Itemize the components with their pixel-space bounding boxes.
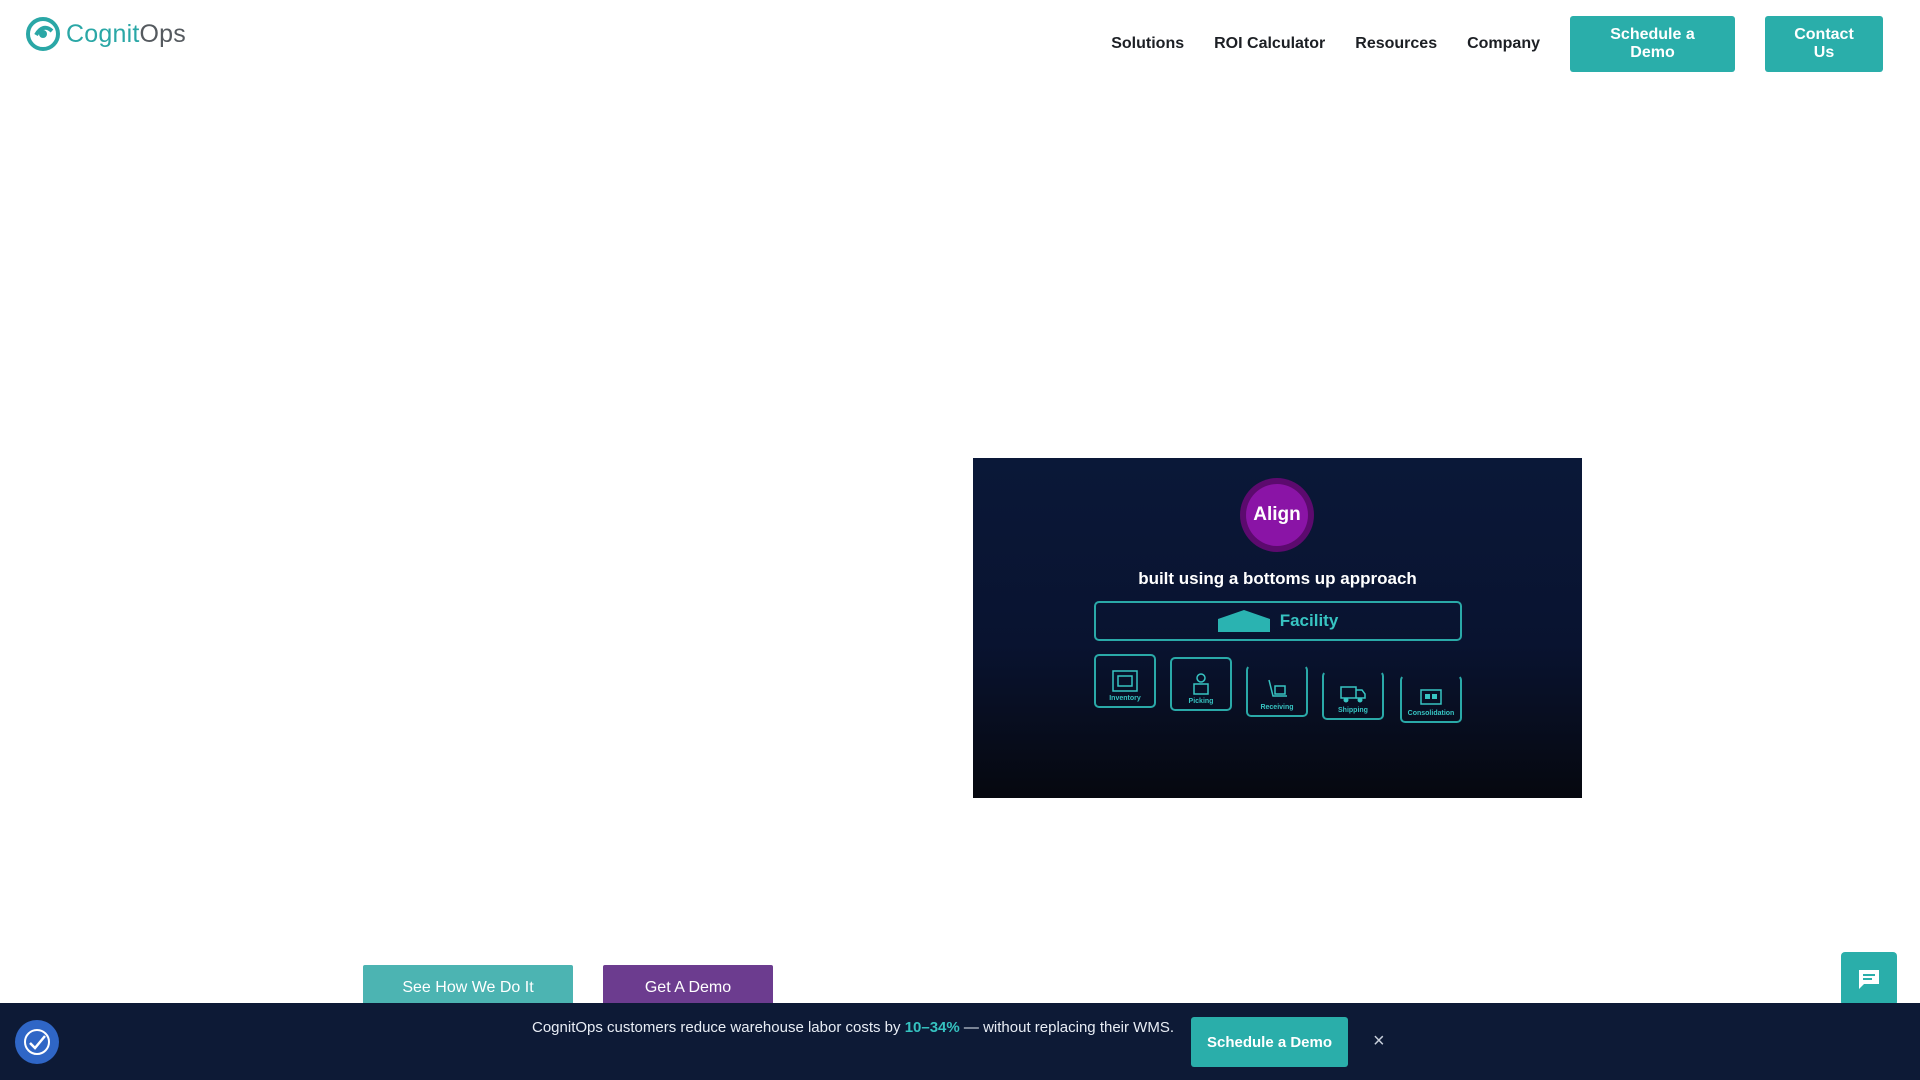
module-picking: Picking	[1170, 657, 1232, 711]
module-inventory: Inventory	[1094, 654, 1156, 708]
contact-us-button[interactable]: Contact Us	[1765, 16, 1883, 72]
logo-icon	[26, 17, 60, 51]
module-shipping: Shipping	[1322, 671, 1384, 720]
module-receiving: Receiving	[1246, 665, 1308, 717]
warehouse-icon	[1217, 610, 1270, 632]
banner-schedule-demo-button[interactable]: Schedule a Demo	[1191, 1017, 1348, 1067]
announcement-highlight: 10–34%	[904, 1019, 960, 1036]
module-consolidation: Consolidation	[1400, 675, 1462, 723]
facility-label: Facility	[1279, 611, 1339, 630]
nav-roi-calculator[interactable]: ROI Calculator	[1214, 35, 1325, 53]
facility-box: Facility	[1094, 601, 1462, 641]
receiving-icon	[1268, 679, 1287, 697]
video-subtitle: built using a bottoms up approach	[1138, 569, 1417, 588]
logo-text: CognitOps	[66, 20, 186, 49]
schedule-demo-button[interactable]: Schedule a Demo	[1570, 16, 1735, 72]
video-player[interactable]: Align built using a bottoms up approach …	[973, 458, 1582, 798]
align-badge: Align	[1240, 478, 1314, 552]
logo[interactable]: CognitOps	[26, 17, 186, 51]
module-label: Consolidation	[1407, 710, 1455, 717]
module-label: Picking	[1188, 698, 1214, 705]
truck-icon	[1340, 686, 1366, 703]
nav-solutions[interactable]: Solutions	[1111, 35, 1184, 53]
chat-icon	[1859, 970, 1879, 989]
announcement-text-before: CognitOps customers reduce warehouse lab…	[532, 1019, 905, 1036]
announcement-bar: CognitOps customers reduce warehouse lab…	[0, 1003, 1920, 1080]
module-label: Receiving	[1260, 704, 1294, 711]
accessibility-button[interactable]	[15, 1020, 59, 1064]
module-label: Shipping	[1338, 707, 1368, 714]
nav-resources[interactable]: Resources	[1355, 35, 1437, 53]
announcement-text: CognitOps customers reduce warehouse lab…	[532, 1019, 1174, 1036]
nav-company[interactable]: Company	[1467, 35, 1540, 53]
logo-text-part2: Ops	[139, 19, 186, 48]
chat-button[interactable]	[1841, 952, 1897, 1006]
site-header: CognitOps Solutions ROI Calculator Resou…	[0, 0, 1920, 72]
module-label: Inventory	[1109, 695, 1141, 702]
consolidation-icon	[1420, 689, 1442, 705]
logo-text-part1: Cognit	[66, 19, 140, 48]
align-badge-label: Align	[1246, 484, 1308, 546]
inventory-icon	[1112, 670, 1138, 692]
main-nav: Solutions ROI Calculator Resources Compa…	[1111, 16, 1883, 72]
announcement-text-after: — without replacing their WMS.	[959, 1019, 1174, 1036]
close-icon[interactable]: ×	[1373, 1030, 1385, 1053]
picking-icon	[1193, 673, 1209, 695]
accessibility-icon	[24, 1029, 50, 1055]
